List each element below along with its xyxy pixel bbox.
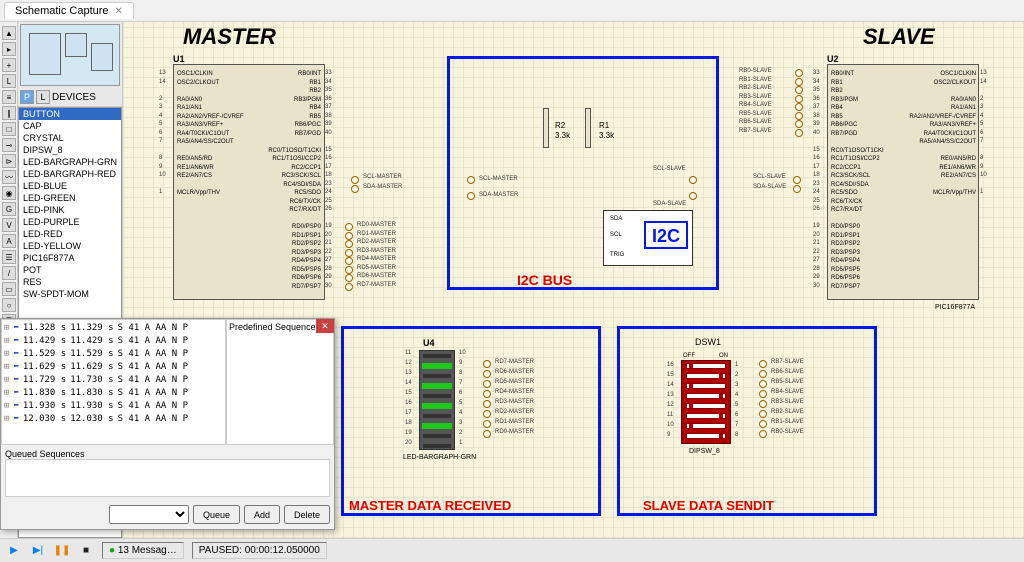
device-item[interactable]: LED-BARGRAPH-GRN [19, 156, 121, 168]
bus-tool-icon[interactable]: ∥ [2, 106, 16, 120]
i2c-bus-label: I2C BUS [517, 272, 572, 288]
status-bar: ▶ ▶| ❚❚ ■ ● 13 Messag… PAUSED: 00:00:12.… [0, 538, 1024, 562]
slave-data-region [617, 326, 877, 516]
messages-status[interactable]: ● 13 Messag… [102, 542, 184, 559]
r1-val: 3.3k [599, 132, 614, 140]
device-pins-tool-icon[interactable]: ⊳ [2, 154, 16, 168]
log-row[interactable]: ⊞⬅11.629 s11.629 sS 41 A AA N P [4, 361, 223, 374]
u2-mcu-label: PIC16F877A [935, 304, 975, 312]
subcircuit-tool-icon[interactable]: □ [2, 122, 16, 136]
log-row[interactable]: ⊞⬅11.830 s11.830 sS 41 A AA N P [4, 387, 223, 400]
device-item[interactable]: SW-SPDT-MOM [19, 288, 121, 300]
slave-title: SLAVE [863, 24, 935, 50]
device-item[interactable]: BUTTON [19, 108, 121, 120]
delete-button[interactable]: Delete [284, 505, 330, 524]
r2-val: 3.3k [555, 132, 570, 140]
l-button[interactable]: L [36, 90, 50, 104]
dsw1-ref: DSW1 [695, 338, 721, 346]
u2-ref: U2 [827, 54, 839, 64]
master-data-label: MASTER DATA RECEIVED [349, 498, 511, 513]
paused-status: PAUSED: 00:00:12.050000 [192, 542, 327, 559]
p-button[interactable]: P [20, 90, 34, 104]
queued-seq-panel: Queued Sequences [1, 445, 334, 501]
r2-ref: R2 [555, 122, 565, 130]
queue-button[interactable]: Queue [193, 505, 240, 524]
circle-tool-icon[interactable]: ○ [2, 298, 16, 312]
resistor-r1[interactable] [585, 108, 591, 148]
scl-slave-probe [689, 176, 697, 184]
device-item[interactable]: LED-YELLOW [19, 240, 121, 252]
dsw-on-label: ON [719, 352, 728, 360]
line-tool-icon[interactable]: / [2, 266, 16, 280]
box-tool-icon[interactable]: ▭ [2, 282, 16, 296]
queue-area[interactable] [5, 459, 330, 497]
log-list[interactable]: ⊞⬅11.328 s11.329 sS 41 A AA N P⊞⬅11.429 … [1, 319, 226, 445]
device-item[interactable]: LED-RED [19, 228, 121, 240]
devices-title: DEVICES [52, 92, 96, 103]
device-item[interactable]: LED-PINK [19, 204, 121, 216]
wire-label-tool-icon[interactable]: L [2, 74, 16, 88]
device-item[interactable]: CRYSTAL [19, 132, 121, 144]
u1-ref: U1 [173, 54, 185, 64]
sda-master-probe [467, 192, 475, 200]
tab-title: Schematic Capture [15, 5, 109, 17]
master-title: MASTER [183, 24, 276, 50]
voltage-probe-tool-icon[interactable]: V [2, 218, 16, 232]
virtual-instruments-tool-icon[interactable]: ☰ [2, 250, 16, 264]
u4-caption: LED-BARGRAPH-GRN [403, 454, 476, 462]
device-item[interactable]: LED-BARGRAPH-RED [19, 168, 121, 180]
device-item[interactable]: DIPSW_8 [19, 144, 121, 156]
tape-recorder-tool-icon[interactable]: ◉ [2, 186, 16, 200]
device-item[interactable]: POT [19, 264, 121, 276]
generator-tool-icon[interactable]: G [2, 202, 16, 216]
log-row[interactable]: ⊞⬅11.729 s11.730 sS 41 A AA N P [4, 374, 223, 387]
r1-ref: R1 [599, 122, 609, 130]
queue-select[interactable] [109, 505, 189, 524]
slave-data-label: SLAVE DATA SENDIT [643, 498, 774, 513]
dipsw[interactable] [681, 360, 731, 444]
resistor-r2[interactable] [543, 108, 549, 148]
log-row[interactable]: ⊞⬅11.429 s11.429 sS 41 A AA N P [4, 335, 223, 348]
log-row[interactable]: ⊞⬅11.529 s11.529 sS 41 A AA N P [4, 348, 223, 361]
master-data-region [341, 326, 601, 516]
step-icon[interactable]: ▶| [30, 543, 46, 559]
u4-ref: U4 [423, 338, 435, 348]
play-icon[interactable]: ▶ [6, 543, 22, 559]
device-item[interactable]: LED-BLUE [19, 180, 121, 192]
current-probe-tool-icon[interactable]: A [2, 234, 16, 248]
add-button[interactable]: Add [244, 505, 280, 524]
stop-icon[interactable]: ■ [78, 543, 94, 559]
device-item[interactable]: PIC16F877A [19, 252, 121, 264]
graph-tool-icon[interactable]: 〰 [2, 170, 16, 184]
predefined-seq-panel: Predefined Sequences [226, 319, 334, 445]
overview-thumbnail[interactable] [20, 24, 120, 86]
terminal-tool-icon[interactable]: ⊸ [2, 138, 16, 152]
junction-tool-icon[interactable]: + [2, 58, 16, 72]
tab-bar: Schematic Capture ✕ [0, 0, 1024, 22]
devices-header: P L DEVICES [18, 88, 122, 107]
selection-tool-icon[interactable]: ▲ [2, 26, 16, 40]
i2c-logo: I2C [644, 221, 688, 249]
sda-slave-probe [689, 192, 697, 200]
bargraph-u4[interactable] [419, 350, 455, 450]
device-item[interactable]: RES [19, 276, 121, 288]
log-close-button[interactable]: ✕ [316, 319, 334, 333]
text-script-tool-icon[interactable]: ≡ [2, 90, 16, 104]
device-item[interactable]: LED-GREEN [19, 192, 121, 204]
close-icon[interactable]: ✕ [115, 6, 123, 17]
dsw-caption: DIPSW_8 [689, 448, 720, 456]
log-row[interactable]: ⊞⬅12.030 s12.030 sS 41 A AA N P [4, 413, 223, 426]
i2c-module[interactable]: SDA SCL TRIG I2C [603, 210, 693, 266]
device-item[interactable]: LED-PURPLE [19, 216, 121, 228]
pause-icon[interactable]: ❚❚ [54, 543, 70, 559]
component-tool-icon[interactable]: ▸ [2, 42, 16, 56]
log-panel: ✕ ⊞⬅11.328 s11.329 sS 41 A AA N P⊞⬅11.42… [0, 318, 335, 530]
log-row[interactable]: ⊞⬅11.328 s11.329 sS 41 A AA N P [4, 322, 223, 335]
log-row[interactable]: ⊞⬅11.930 s11.930 sS 41 A AA N P [4, 400, 223, 413]
device-item[interactable]: CAP [19, 120, 121, 132]
dsw-off-label: OFF [683, 352, 695, 360]
scl-master-probe [467, 176, 475, 184]
schematic-tab[interactable]: Schematic Capture ✕ [4, 2, 134, 19]
